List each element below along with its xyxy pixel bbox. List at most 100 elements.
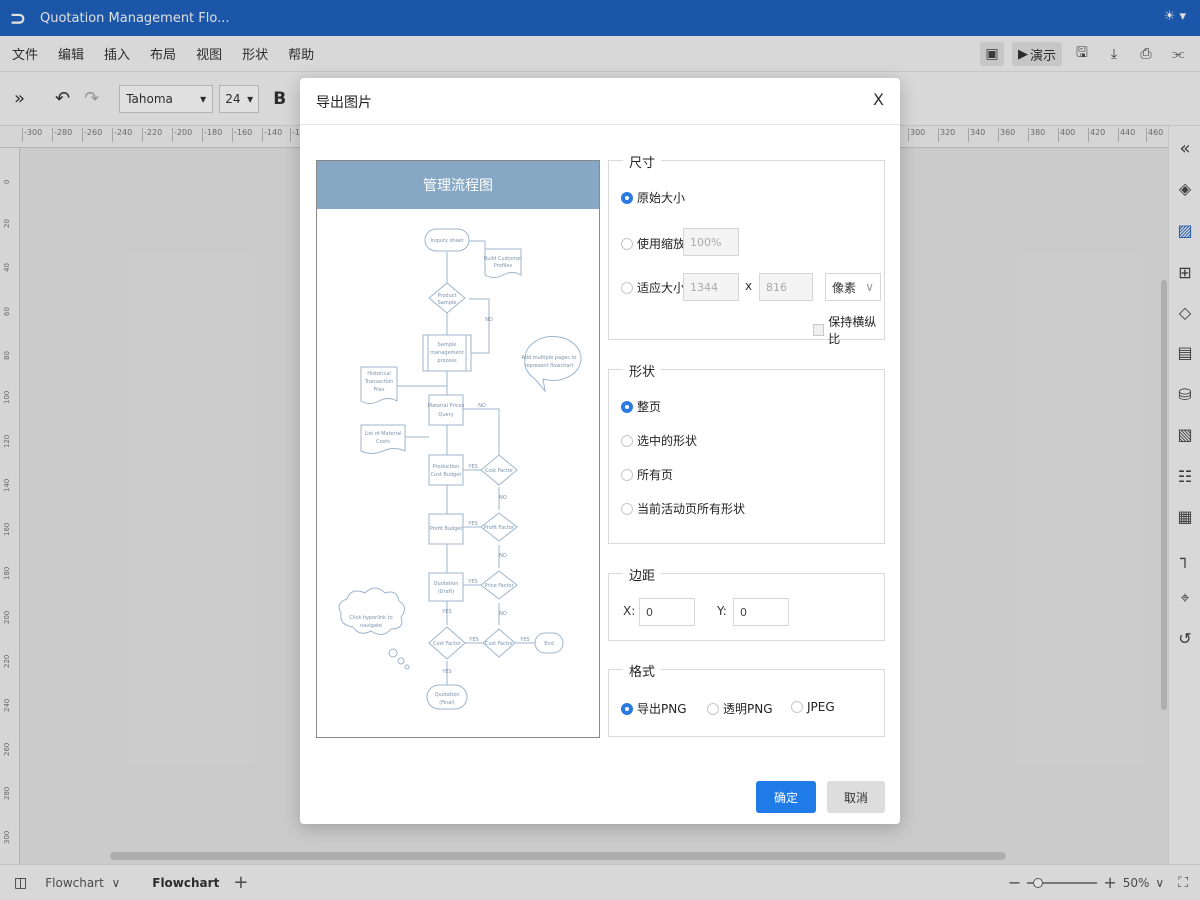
node-quotation-draft-2: (Draft): [438, 589, 455, 595]
times-sign: x: [745, 279, 753, 293]
flowchart-preview: Inquiry sheet Build Customer Profiles Pr…: [338, 228, 582, 710]
radio-unchecked: [621, 502, 633, 515]
node-production-1: Production: [433, 464, 460, 470]
node-build-1: Build Customer: [484, 256, 523, 262]
node-list-1: List of Material: [364, 431, 401, 437]
checkbox-box: [813, 324, 825, 336]
radio-checked: [621, 702, 633, 715]
shape-current-radio[interactable]: 当前活动页所有形状: [621, 500, 745, 517]
node-sample-2: management: [430, 350, 464, 356]
label-no-3: NO: [499, 495, 507, 501]
node-historical-3: Files: [374, 387, 385, 393]
shape-legend: 形状: [623, 361, 662, 380]
radio-unchecked: [621, 434, 633, 447]
margin-x-input[interactable]: 0: [639, 598, 695, 626]
chevron-down-icon: ∨: [865, 280, 874, 294]
size-original-label: 原始大小: [637, 191, 686, 205]
radio-unchecked: [621, 468, 633, 481]
label-yes-3: YES: [467, 579, 477, 585]
node-historical-2: Transaction: [364, 379, 394, 385]
shape-current-label: 当前活动页所有形状: [637, 502, 746, 516]
shape-selected-radio[interactable]: 选中的形状: [621, 432, 697, 449]
node-inquiry: Inquiry sheet: [431, 238, 464, 244]
node-cost-factor-2: Cost Factor: [433, 641, 462, 647]
radio-checked: [621, 400, 633, 413]
node-material-2: Query: [438, 412, 453, 418]
node-production-2: Cost Budget: [431, 472, 462, 478]
margin-y-input[interactable]: 0: [733, 598, 789, 626]
node-profit-budget: Profit Budget: [430, 526, 463, 532]
shape-group: 形状 整页 选中的形状 所有页 当前活动页所有形状: [608, 361, 885, 544]
label-yes-4: YES: [441, 609, 451, 615]
width-input[interactable]: 1344: [683, 273, 739, 301]
node-list-2: Costs: [376, 439, 390, 445]
export-preview: 管理流程图 Inquiry sheet Build Customer Profi…: [316, 160, 600, 738]
height-input[interactable]: 816: [759, 273, 813, 301]
size-group: 尺寸 原始大小 使用缩放 100% 适应大小 1344 x 816 像素 ∨ 保…: [608, 152, 885, 346]
note-addpages-2: represent flowchart: [525, 363, 574, 369]
node-profit-factor: Profit Factor: [484, 525, 515, 531]
node-build-2: Profiles: [494, 263, 513, 269]
export-image-dialog: 导出图片 X 管理流程图 Inquiry sheet Build Custome…: [300, 78, 900, 824]
format-transparent-label: 透明PNG: [723, 702, 773, 716]
radio-unchecked: [621, 281, 633, 294]
label-yes-5: YES: [468, 637, 478, 643]
node-historical-1: Historical: [367, 371, 390, 377]
scale-input[interactable]: 100%: [683, 228, 739, 256]
shape-all-radio[interactable]: 所有页: [621, 466, 673, 483]
shape-whole-label: 整页: [637, 400, 662, 414]
note-hyperlink-2: navigate: [360, 623, 382, 629]
radio-unchecked: [707, 702, 719, 715]
size-original-radio[interactable]: 原始大小: [621, 189, 685, 206]
node-cost-factor-3: Cost Factor: [485, 641, 514, 647]
keep-ratio-label: 保持横纵比: [828, 315, 877, 346]
keep-ratio-checkbox[interactable]: 保持横纵比: [813, 313, 884, 347]
label-no-2: NO: [478, 403, 486, 409]
size-fit-label: 适应大小: [637, 281, 686, 295]
label-yes-1: YES: [467, 464, 477, 470]
format-legend: 格式: [623, 661, 662, 680]
node-product-1: Product: [438, 293, 457, 299]
format-group: 格式 导出PNG 透明PNG JPEG: [608, 661, 885, 737]
node-sample-1: Sample: [438, 342, 457, 348]
format-jpeg-radio[interactable]: JPEG: [791, 700, 835, 714]
size-legend: 尺寸: [623, 152, 662, 171]
label-no-4: NO: [499, 553, 507, 559]
node-material-1: Material Prices: [428, 403, 465, 409]
radio-unchecked: [791, 701, 803, 713]
unit-select[interactable]: 像素 ∨: [825, 273, 881, 301]
margin-y-label: Y:: [717, 604, 727, 618]
preview-header: 管理流程图: [317, 161, 599, 209]
margin-x-label: X:: [623, 604, 636, 618]
node-product-2: Sample: [438, 300, 457, 306]
format-jpeg-label: JPEG: [807, 700, 835, 714]
size-scale-label: 使用缩放: [637, 237, 686, 251]
format-transparent-radio[interactable]: 透明PNG: [707, 700, 773, 717]
shape-all-label: 所有页: [637, 468, 674, 482]
radio-unchecked: [621, 237, 633, 250]
node-end: End: [544, 641, 554, 647]
label-no-1: NO: [485, 317, 493, 323]
close-icon[interactable]: X: [873, 90, 884, 109]
cancel-button[interactable]: 取消: [827, 781, 885, 813]
size-scale-radio[interactable]: 使用缩放: [621, 235, 685, 252]
label-yes-7: YES: [441, 669, 451, 675]
node-sample-3: process: [437, 358, 457, 364]
node-cost-factor-1: Cost Factor: [485, 468, 514, 474]
label-yes-2: YES: [467, 521, 477, 527]
node-quotation-final-1: Quotation: [435, 692, 460, 698]
size-fit-radio[interactable]: 适应大小: [621, 279, 685, 296]
note-addpages-1: Add multiple pages to: [522, 355, 577, 361]
node-price-factor: Price Factor: [484, 583, 514, 589]
node-quotation-draft-1: Quotation: [434, 581, 459, 587]
label-yes-6: YES: [519, 637, 529, 643]
shape-whole-radio[interactable]: 整页: [621, 398, 661, 415]
ok-button[interactable]: 确定: [756, 781, 816, 813]
node-quotation-final-2: (Final): [439, 700, 454, 706]
note-hyperlink-1: Click hyperlink to: [349, 615, 392, 621]
label-no-5: NO: [499, 611, 507, 617]
unit-value: 像素: [832, 280, 857, 295]
format-png-radio[interactable]: 导出PNG: [621, 700, 687, 717]
margin-group: 边距 X: 0 Y: 0: [608, 565, 885, 641]
dialog-divider: [300, 124, 900, 125]
